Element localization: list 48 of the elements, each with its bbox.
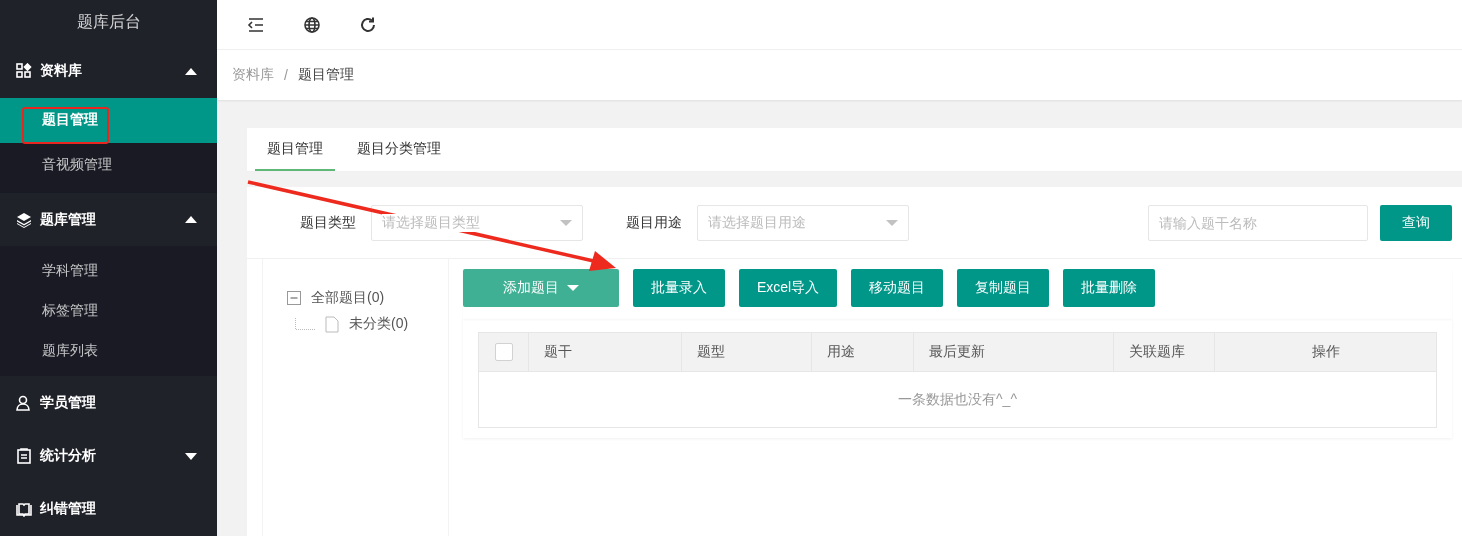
select-all-checkbox[interactable]	[494, 343, 513, 361]
tree-connector-line	[295, 318, 315, 330]
search-field[interactable]: 请输入题干名称	[1148, 204, 1368, 241]
action-button[interactable]: 复制题目	[957, 269, 1050, 307]
sidebar-item[interactable]: 音视频管理	[0, 142, 217, 188]
sidebar-item[interactable]: 题目管理	[0, 97, 217, 143]
tree-node[interactable]: 未分类(0)	[349, 315, 409, 333]
column-header: 关联题库	[1114, 333, 1215, 371]
app-title: 题库后台	[75, 11, 142, 32]
sidebar-group[interactable]: 题库管理	[0, 192, 217, 247]
layers-icon	[16, 211, 32, 228]
filter-label: 题目类型	[300, 213, 356, 232]
refresh-icon[interactable]	[359, 15, 377, 34]
sidebar-item[interactable]: 学科管理	[0, 251, 217, 292]
column-header: 用途	[812, 333, 914, 371]
column-header: 题型	[682, 333, 812, 371]
file-icon	[325, 315, 339, 333]
book-icon	[16, 501, 32, 518]
tree-node[interactable]: 全部题目(0)	[311, 289, 385, 307]
column-header: 题干	[529, 333, 682, 371]
action-button[interactable]: 批量录入	[633, 269, 725, 307]
action-button[interactable]: 批量删除	[1063, 269, 1156, 307]
breadcrumb-separator: /	[284, 67, 288, 83]
sidebar-group[interactable]: 纠错管理	[0, 482, 217, 536]
grid-icon	[16, 63, 32, 80]
caret-icon	[567, 285, 579, 291]
action-button[interactable]: 移动题目	[851, 269, 944, 307]
tab[interactable]: 题目管理	[255, 128, 335, 171]
user-icon	[16, 394, 32, 411]
action-button[interactable]: Excel导入	[739, 269, 838, 307]
sidebar-item[interactable]: 标签管理	[0, 291, 217, 332]
sidebar-item[interactable]: 题库列表	[0, 331, 217, 372]
dropdown-caret-icon	[560, 219, 572, 226]
column-header: 操作	[1310, 342, 1341, 361]
breadcrumb-link[interactable]: 题目管理	[297, 66, 354, 84]
search-button[interactable]: 查询	[1380, 204, 1452, 241]
empty-message: 一条数据也没有^_^	[897, 389, 1018, 409]
menu-fold-icon[interactable]	[247, 15, 265, 34]
collapse-icon[interactable]	[287, 291, 301, 305]
dropdown-caret-icon	[886, 219, 898, 226]
tab[interactable]: 题目分类管理	[345, 128, 453, 171]
sidebar-group[interactable]: 统计分析	[0, 429, 217, 483]
column-header: 最后更新	[914, 333, 1114, 371]
sidebar-group[interactable]: 学员管理	[0, 376, 217, 430]
clipboard-icon	[16, 448, 32, 465]
filter-label: 题目用途	[626, 213, 682, 232]
sidebar-group[interactable]: 资料库	[0, 44, 217, 98]
globe-icon[interactable]	[303, 15, 321, 34]
